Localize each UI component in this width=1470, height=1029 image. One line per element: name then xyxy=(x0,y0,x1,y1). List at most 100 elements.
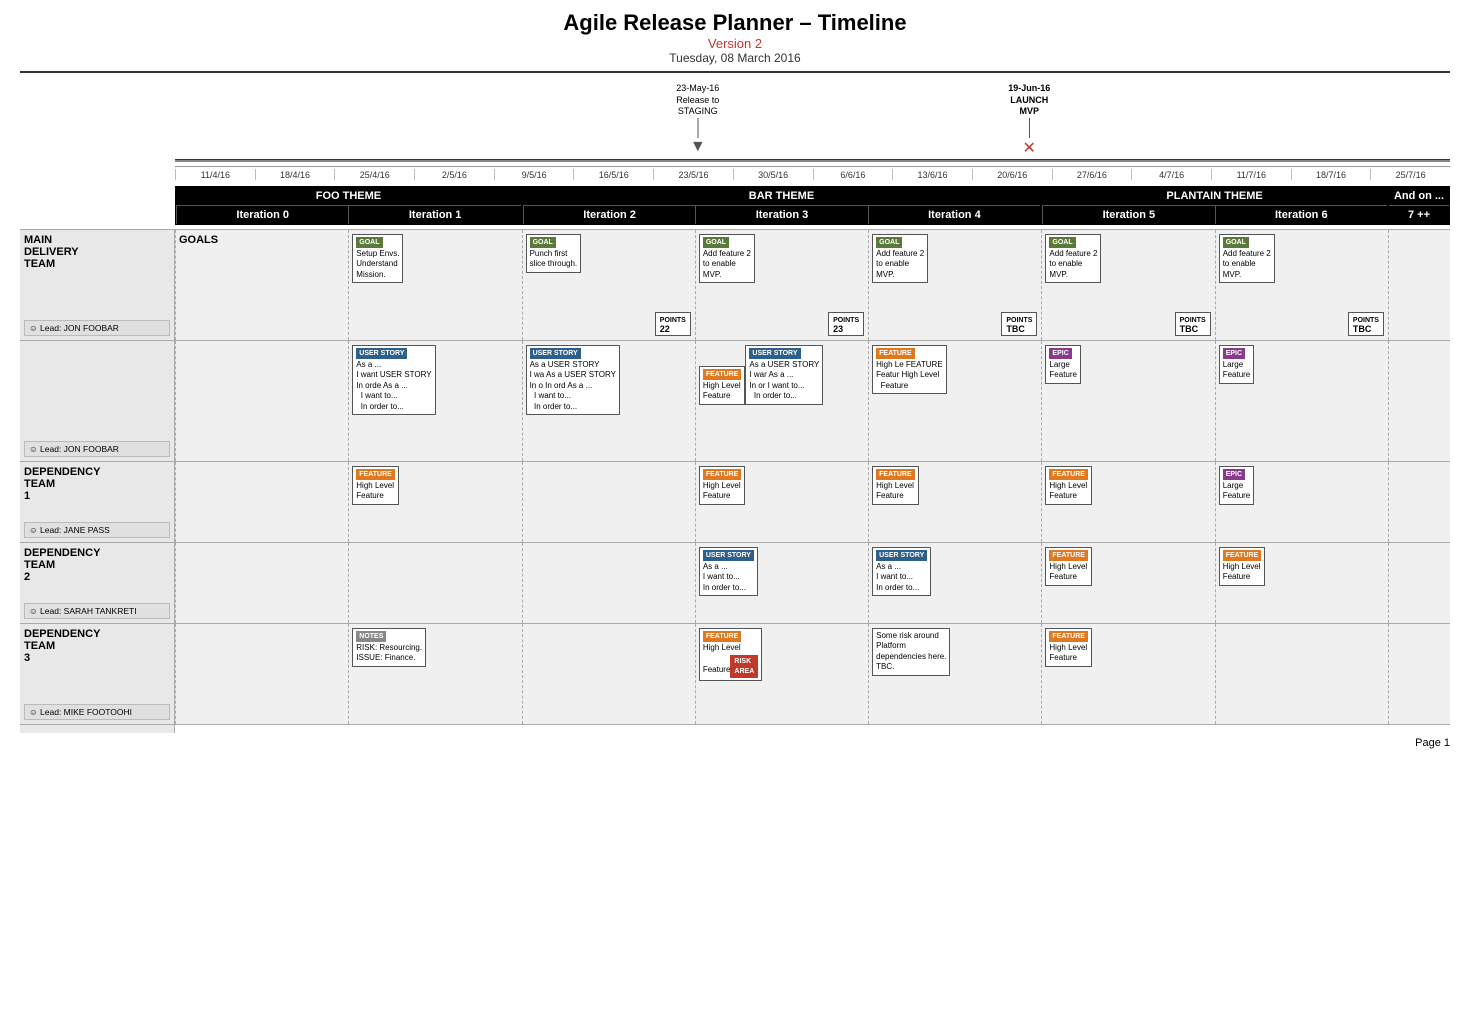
grid-cell xyxy=(1215,624,1388,724)
grid-cell: USER STORYAs a ... I want to... In order… xyxy=(695,543,868,623)
theme-label: FOO THEME xyxy=(176,187,521,205)
card-type-label: USER STORY xyxy=(530,348,581,359)
grid-cell: EPICLarge Feature xyxy=(1215,341,1388,461)
grid-cell: USER STORYAs a ... I want USER STORY In … xyxy=(348,341,521,461)
points-badge: POINTSTBC xyxy=(1001,312,1037,336)
lead-badge: ☺ Lead: JON FOOBAR xyxy=(24,320,170,336)
card-feature: FEATUREHigh Level Feature xyxy=(1219,547,1266,586)
goals-label: GOALS xyxy=(179,234,345,246)
theme-block: PLANTAIN THEMEIteration 5Iteration 6 xyxy=(1041,186,1388,225)
team-name: DEPENDENCY TEAM 1 xyxy=(24,466,170,502)
card-feature: FEATUREHigh Level Feature xyxy=(1045,466,1092,505)
card-feature: FEATUREHigh Level Feature xyxy=(872,466,919,505)
points-badge: POINTS23 xyxy=(828,312,864,336)
date-tick: 30/5/16 xyxy=(733,169,813,180)
card-feature: FEATUREHigh Level Feature xyxy=(699,366,746,405)
card-goal: GOALAdd feature 2 to enable MVP. xyxy=(1045,234,1101,283)
points-badge: POINTS22 xyxy=(655,312,691,336)
card-type-label: EPIC xyxy=(1223,469,1245,480)
grid-row: DEPENDENCY TEAM 3☺ Lead: MIKE FOOTOOHINO… xyxy=(20,623,1450,724)
card-text: High Level Feature xyxy=(356,481,394,500)
card-type-label: FEATURE xyxy=(876,348,915,359)
card-goal: GOALAdd feature 2 to enable MVP. xyxy=(872,234,928,283)
card-goal: GOALSetup Envs. Understand Mission. xyxy=(352,234,403,283)
grid-row: ☺ Lead: JON FOOBARUSER STORYAs a ... I w… xyxy=(20,340,1450,461)
theme-block: BAR THEMEIteration 2Iteration 3Iteration… xyxy=(522,186,1041,225)
card-feature: FEATUREHigh Level Feature xyxy=(1045,628,1092,667)
iteration-header: FOO THEMEIteration 0Iteration 1BAR THEME… xyxy=(20,186,1450,225)
card-text: As a ... I want to... In order to... xyxy=(876,562,919,592)
and-on-block: And on ...7 ++ xyxy=(1388,186,1450,225)
card-feature: FEATUREHigh Level Feature xyxy=(1045,547,1092,586)
grid-row: DEPENDENCY TEAM 1 ☺ Lead: JANE PASS FEATUR… xyxy=(20,461,1450,542)
grid-cell: EPICLarge Feature xyxy=(1215,462,1388,542)
date-tick: 9/5/16 xyxy=(494,169,574,180)
grid-cell: USER STORYAs a USER STORY I wa As a USER… xyxy=(522,341,695,461)
team-name: DEPENDENCY TEAM 3 xyxy=(24,628,170,664)
card-text: Add feature 2 to enable MVP. xyxy=(1223,249,1271,279)
card-type-label: GOAL xyxy=(1049,237,1075,248)
card-type-label: GOAL xyxy=(530,237,556,248)
date-tick: 11/4/16 xyxy=(175,169,255,180)
page-title: Agile Release Planner – Timeline xyxy=(20,10,1450,36)
grid-cell xyxy=(348,543,521,623)
grid-cell: FEATUREHigh Level FeatureUSER STORYAs a … xyxy=(695,341,868,461)
card-type-label: FEATURE xyxy=(1049,550,1088,561)
points-badge: POINTSTBC xyxy=(1175,312,1211,336)
card-epic: EPICLarge Feature xyxy=(1045,345,1081,384)
page-header: Agile Release Planner – Timeline Version… xyxy=(20,10,1450,65)
card-text: Large Feature xyxy=(1049,360,1077,379)
card-type-label: FEATURE xyxy=(356,469,395,480)
card-text: As a ... I want USER STORY In orde As a … xyxy=(356,360,431,411)
date-tick: 18/7/16 xyxy=(1291,169,1371,180)
card-type-label: GOAL xyxy=(356,237,382,248)
date-tick: 25/7/16 xyxy=(1370,169,1450,180)
card-type-label: FEATURE xyxy=(703,631,742,642)
grid-cell: FEATUREHigh Level Feature xyxy=(1041,543,1214,623)
card-goal: GOALAdd feature 2 to enable MVP. xyxy=(699,234,755,283)
card-type-label: FEATURE xyxy=(703,469,742,480)
card-text: RISK: Resourcing. ISSUE: Finance. xyxy=(356,643,422,662)
date-ticks: 11/4/1618/4/1625/4/162/5/169/5/1616/5/16… xyxy=(175,169,1450,180)
grid-cell xyxy=(522,462,695,542)
card-text: High Le FEATURE Featur High Level Featur… xyxy=(876,360,943,390)
grid-cell xyxy=(1388,543,1450,623)
date-tick: 16/5/16 xyxy=(573,169,653,180)
date-ruler: 11/4/1618/4/1625/4/162/5/169/5/1616/5/16… xyxy=(20,169,1450,180)
page-number: Page 1 xyxy=(20,733,1450,749)
card-type-label: GOAL xyxy=(703,237,729,248)
card-type-label: GOAL xyxy=(1223,237,1249,248)
iteration-label: Iteration 4 xyxy=(868,205,1040,224)
grid-cell: EPICLarge Feature xyxy=(1041,341,1214,461)
grid-cell xyxy=(1388,462,1450,542)
card-text: Punch first slice through. xyxy=(530,249,578,268)
card-type-label: NOTES xyxy=(356,631,386,642)
milestone-row: 23-May-16Release toSTAGING ▼ 19-Jun-16LA… xyxy=(175,83,1450,155)
row-label: DEPENDENCY TEAM 1 ☺ Lead: JANE PASS xyxy=(20,462,175,542)
date-tick: 4/7/16 xyxy=(1131,169,1211,180)
card-text: Large Feature xyxy=(1223,481,1251,500)
theme-label: PLANTAIN THEME xyxy=(1042,187,1387,205)
grid-cell: GOALSetup Envs. Understand Mission. xyxy=(348,230,521,340)
header-divider xyxy=(20,71,1450,73)
card-feature: FEATUREHigh Level Feature xyxy=(699,466,746,505)
card-text: High Level Feature xyxy=(1049,562,1087,581)
card-feature: FEATUREHigh Level FeatureRISK AREA xyxy=(699,628,762,681)
row-label: DEPENDENCY TEAM 2☺ Lead: SARAH TANKRETI xyxy=(20,543,175,623)
card-text: Add feature 2 to enable MVP. xyxy=(1049,249,1097,279)
team-name: DEPENDENCY TEAM 2 xyxy=(24,547,170,583)
card-text: As a USER STORY I war As a ... In or I w… xyxy=(749,360,819,400)
card-type-label: FEATURE xyxy=(703,369,742,380)
risk-badge: RISK AREA xyxy=(730,655,758,677)
team-name: MAIN DELIVERY TEAM xyxy=(24,234,170,270)
grid-cell: FEATUREHigh Level Feature xyxy=(348,462,521,542)
card-user-story: USER STORYAs a ... I want to... In order… xyxy=(872,547,931,596)
lead-badge: ☺ Lead: JANE PASS xyxy=(24,522,170,538)
card-type-label: USER STORY xyxy=(876,550,927,561)
row-label: MAIN DELIVERY TEAM ☺ Lead: JON FOOBAR xyxy=(20,230,175,340)
card-text: Add feature 2 to enable MVP. xyxy=(703,249,751,279)
lead-badge: ☺ Lead: JON FOOBAR xyxy=(24,441,170,457)
theme-label: BAR THEME xyxy=(523,187,1040,205)
grid-cell xyxy=(1388,230,1450,340)
milestone-mvp: 19-Jun-16LAUNCHMVP ✕ xyxy=(1008,83,1050,158)
